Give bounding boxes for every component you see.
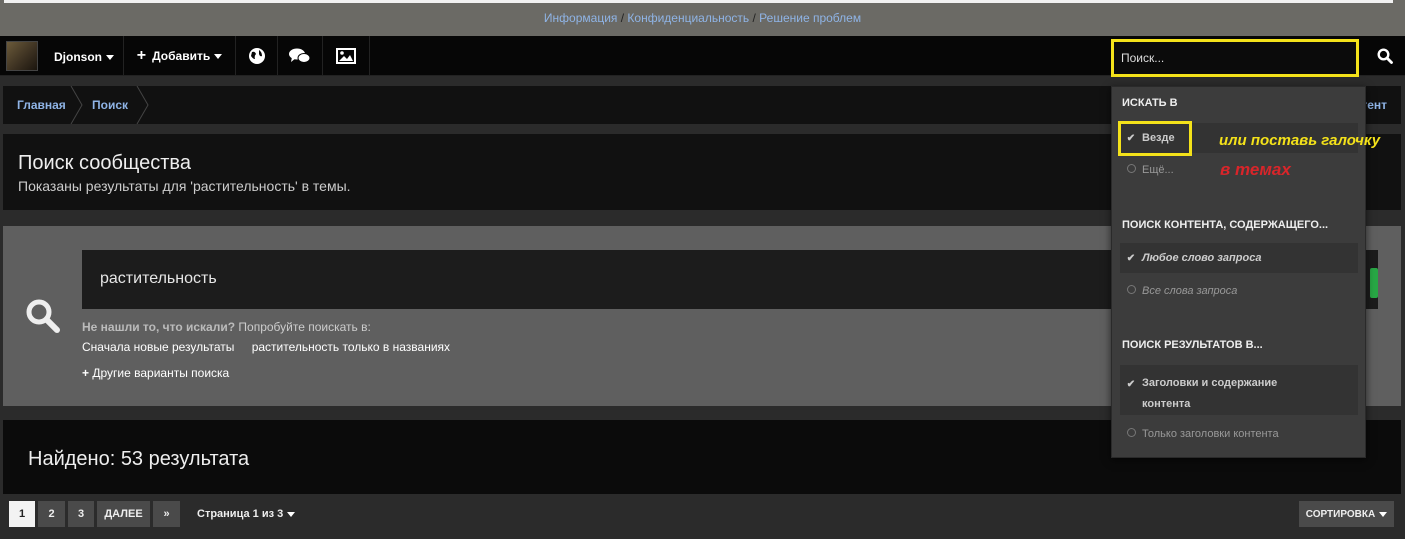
pagination: 1 2 3 ДАЛЕЕ » Страница 1 из 3 СОРТИРОВКА — [0, 494, 1405, 539]
search-input[interactable] — [1114, 42, 1356, 74]
link-separator: / — [617, 11, 628, 25]
check-icon: ✔ — [1126, 252, 1136, 264]
avatar[interactable] — [6, 41, 38, 71]
page-3-button[interactable]: 3 — [68, 501, 94, 527]
top-links: Информация / Конфиденциальность / Решени… — [0, 11, 1405, 25]
globe-icon — [248, 48, 265, 64]
breadcrumb-home[interactable]: Главная — [17, 86, 66, 124]
chevron-down-icon — [287, 511, 296, 517]
option-titles-and-content[interactable]: ✔ Заголовки и содержание контента — [1120, 365, 1358, 415]
results-in-heading: ПОИСК РЕЗУЛЬТАТОВ В... — [1122, 339, 1263, 351]
newest-results-link[interactable]: Сначала новые результаты — [82, 340, 234, 354]
search-icon — [1377, 48, 1393, 64]
top-links-bar: Информация / Конфиденциальность / Решени… — [0, 0, 1405, 36]
main-navbar: Djonson + Добавить — [0, 36, 1405, 77]
username-label: Djonson — [54, 50, 114, 64]
chevron-down-icon — [1379, 511, 1388, 517]
page-title: Поиск сообщества — [18, 152, 191, 174]
content-heading: ПОИСК КОНТЕНТА, СОДЕРЖАЩЕГО... — [1122, 219, 1329, 231]
more-options-link[interactable]: + Другие варианты поиска — [82, 366, 229, 380]
search-in-heading: ИСКАТЬ В — [1122, 97, 1178, 109]
add-label: Добавить — [152, 49, 211, 63]
privacy-link[interactable]: Конфиденциальность — [627, 11, 749, 25]
link-separator: / — [749, 11, 760, 25]
results-count: Найдено: 53 результата — [28, 448, 250, 470]
help-link[interactable]: Решение проблем — [759, 11, 861, 25]
breadcrumb-separator — [136, 86, 149, 124]
search-hint: Не нашли то, что искали? Попробуйте поис… — [82, 320, 371, 334]
page-info[interactable]: Страница 1 из 3 — [197, 508, 296, 520]
query-value: растительность — [100, 270, 217, 287]
last-page-button[interactable]: » — [153, 501, 180, 527]
add-menu[interactable]: + Добавить — [124, 36, 236, 76]
page-1-button[interactable]: 1 — [9, 501, 35, 527]
chevron-down-icon — [214, 53, 223, 59]
globe-button[interactable] — [236, 36, 278, 76]
sort-button[interactable]: СОРТИРОВКА — [1299, 501, 1394, 527]
plus-icon: + — [136, 47, 147, 64]
titles-only-link[interactable]: растительность только в названиях — [252, 340, 450, 354]
info-link[interactable]: Информация — [544, 11, 617, 25]
option-all-words[interactable]: Все слова запроса — [1120, 280, 1358, 302]
radio-icon — [1126, 428, 1136, 437]
breadcrumb-separator — [70, 86, 83, 124]
page-2-button[interactable]: 2 — [38, 501, 65, 527]
search-button[interactable] — [1365, 36, 1405, 76]
chevron-down-icon — [106, 55, 114, 61]
next-page-button[interactable]: ДАЛЕЕ — [97, 501, 150, 527]
radio-icon — [1126, 164, 1136, 173]
search-suggestions: Сначала новые результаты растительность … — [82, 340, 464, 354]
search-icon — [26, 299, 60, 333]
annotation-note-red: в темах — [1220, 160, 1291, 179]
top-divider — [4, 0, 1393, 3]
image-icon — [336, 48, 356, 64]
option-titles-only[interactable]: Только заголовки контента — [1120, 423, 1358, 445]
chat-icon — [289, 48, 311, 63]
radio-icon — [1126, 285, 1136, 294]
search-input-wrapper — [1111, 39, 1359, 77]
gallery-button[interactable] — [323, 36, 370, 76]
breadcrumb-search[interactable]: Поиск — [92, 86, 128, 124]
check-icon: ✔ — [1126, 379, 1136, 390]
messages-button[interactable] — [278, 36, 323, 76]
plus-icon: + — [82, 366, 90, 380]
option-any-word[interactable]: ✔ Любое слово запроса — [1120, 243, 1358, 273]
user-menu[interactable]: Djonson — [0, 36, 124, 76]
submit-search-button[interactable] — [1370, 268, 1378, 298]
highlight-box — [1118, 121, 1192, 156]
page-subtitle: Показаны результаты для 'растительность'… — [18, 178, 351, 194]
annotation-note: или поставь галочку — [1219, 132, 1381, 149]
